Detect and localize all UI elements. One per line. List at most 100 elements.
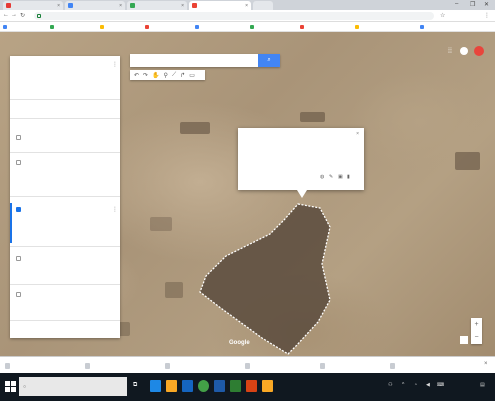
divider [10, 99, 120, 100]
bookmark-item[interactable] [300, 24, 305, 30]
tray-chevron-icon[interactable]: ^ [402, 382, 404, 388]
delete-icon[interactable]: ▮ [347, 174, 350, 180]
close-tab-icon[interactable]: × [57, 3, 60, 9]
layer-checkbox-checked[interactable] [16, 207, 21, 212]
back-arrow-icon[interactable]: ← [3, 12, 9, 18]
close-tab-icon[interactable]: × [181, 3, 184, 9]
layer-checkbox[interactable] [16, 160, 21, 165]
marker-icon[interactable]: ⚲ [164, 72, 168, 79]
satellite-map[interactable]: ⌕ ↶ ↷ ✋ ⚲ ⟋ ↱ ▭ ⁞⁞ ⋮ ⋮ × ◍ ✎ ▣ ▮ Google … [0, 32, 495, 373]
browser-tab-4-active[interactable]: × [189, 1, 251, 10]
bookmark-item[interactable] [195, 24, 200, 30]
bookmark-item[interactable] [145, 24, 150, 30]
store-icon[interactable] [182, 380, 193, 392]
active-layer-indicator [10, 203, 12, 243]
layer-menu-icon[interactable]: ⋮ [112, 206, 118, 213]
browser-tab-2[interactable]: × [65, 1, 125, 10]
bookmark-favicon-icon [100, 25, 104, 29]
notifications-center-icon[interactable]: ▤ [480, 382, 485, 388]
draw-line-icon[interactable]: ⟋ [172, 72, 176, 79]
download-item[interactable] [5, 360, 13, 371]
layer-checkbox[interactable] [16, 292, 21, 297]
layer-checkbox[interactable] [16, 135, 21, 140]
bookmark-favicon-icon [355, 25, 359, 29]
divider [10, 284, 120, 285]
map-layers-panel: ⋮ ⋮ [10, 56, 120, 338]
windows-start-icon[interactable] [5, 381, 16, 392]
download-item[interactable] [85, 360, 93, 371]
volume-icon[interactable]: ◀ [426, 382, 430, 388]
download-item[interactable] [245, 360, 253, 371]
star-icon[interactable]: ☆ [440, 12, 445, 19]
bookmark-favicon-icon [250, 25, 254, 29]
powerpoint-icon[interactable] [246, 380, 257, 392]
file-icon [5, 362, 10, 369]
pegman-icon[interactable] [460, 336, 468, 344]
ruler-icon[interactable]: ▭ [189, 72, 195, 79]
divider [10, 118, 120, 119]
browser-tab-strip: × × × × – ❐ ✕ [0, 0, 495, 10]
close-downloads-icon[interactable]: × [484, 361, 488, 367]
redo-icon[interactable]: ↷ [143, 72, 148, 79]
download-item[interactable] [165, 360, 173, 371]
bookmark-item[interactable] [100, 24, 105, 30]
layer-checkbox[interactable] [16, 256, 21, 261]
tab-favicon-icon [192, 3, 197, 8]
directions-icon[interactable]: ↱ [180, 72, 185, 79]
address-bar[interactable] [34, 12, 434, 20]
download-item[interactable] [390, 360, 398, 371]
paint-icon[interactable] [262, 380, 273, 392]
edge-icon[interactable] [150, 380, 161, 392]
browser-tab-1[interactable]: × [3, 1, 63, 10]
maximize-icon[interactable]: ❐ [470, 1, 475, 8]
people-icon[interactable]: ⚇ [388, 382, 392, 388]
downloads-bar: × [0, 356, 495, 373]
word-icon[interactable] [214, 380, 225, 392]
browser-tab-3[interactable]: × [127, 1, 187, 10]
forward-arrow-icon[interactable]: → [11, 12, 17, 18]
close-window-icon[interactable]: ✕ [484, 1, 489, 8]
feature-info-popup: × ◍ ✎ ▣ ▮ [238, 128, 364, 190]
download-item[interactable] [320, 360, 328, 371]
tab-favicon-icon [6, 3, 11, 8]
new-tab-button[interactable] [253, 1, 273, 10]
camera-icon[interactable]: ▣ [338, 174, 343, 180]
bookmark-item[interactable] [250, 24, 255, 30]
map-drawing-toolbar: ↶ ↷ ✋ ⚲ ⟋ ↱ ▭ [130, 70, 205, 80]
more-menu-icon[interactable]: ⋮ [484, 12, 490, 19]
style-bucket-icon[interactable]: ◍ [320, 174, 324, 180]
search-icon: ⌕ [267, 57, 271, 63]
chrome-icon[interactable] [198, 380, 209, 392]
panel-menu-icon[interactable]: ⋮ [112, 61, 118, 68]
excel-icon[interactable] [230, 380, 241, 392]
keyboard-language-icon[interactable]: ⌨ [437, 382, 444, 388]
zoom-out-icon[interactable]: − [471, 331, 482, 344]
close-tab-icon[interactable]: × [245, 3, 248, 9]
apps-grid-icon[interactable]: ⁞⁞ [448, 48, 452, 55]
minimize-icon[interactable]: – [455, 1, 458, 7]
bookmark-item[interactable] [3, 24, 8, 30]
bookmark-favicon-icon [195, 25, 199, 29]
reload-icon[interactable]: ↻ [20, 12, 25, 19]
task-view-icon[interactable]: ⧉ [133, 382, 137, 389]
bookmark-item[interactable] [420, 24, 425, 30]
search-icon: ○ [23, 383, 27, 390]
close-icon[interactable]: × [356, 131, 359, 137]
file-explorer-icon[interactable] [166, 380, 177, 392]
notifications-icon[interactable] [460, 47, 468, 55]
tab-favicon-icon [130, 3, 135, 8]
zoom-control: + − [471, 318, 482, 344]
account-avatar-icon[interactable] [474, 46, 484, 56]
divider [10, 152, 120, 153]
network-icon[interactable]: ◔ [414, 382, 417, 388]
taskbar-search-input[interactable]: ○ [19, 377, 127, 396]
search-button[interactable]: ⌕ [258, 54, 280, 67]
bookmark-item[interactable] [50, 24, 55, 30]
close-tab-icon[interactable]: × [119, 3, 122, 9]
edit-pencil-icon[interactable]: ✎ [329, 174, 333, 180]
zoom-in-icon[interactable]: + [471, 318, 482, 331]
undo-icon[interactable]: ↶ [134, 72, 139, 79]
bookmark-item[interactable] [355, 24, 360, 30]
browser-toolbar: ← → ↻ ☆ ⋮ [0, 10, 495, 22]
hand-icon[interactable]: ✋ [152, 72, 159, 79]
